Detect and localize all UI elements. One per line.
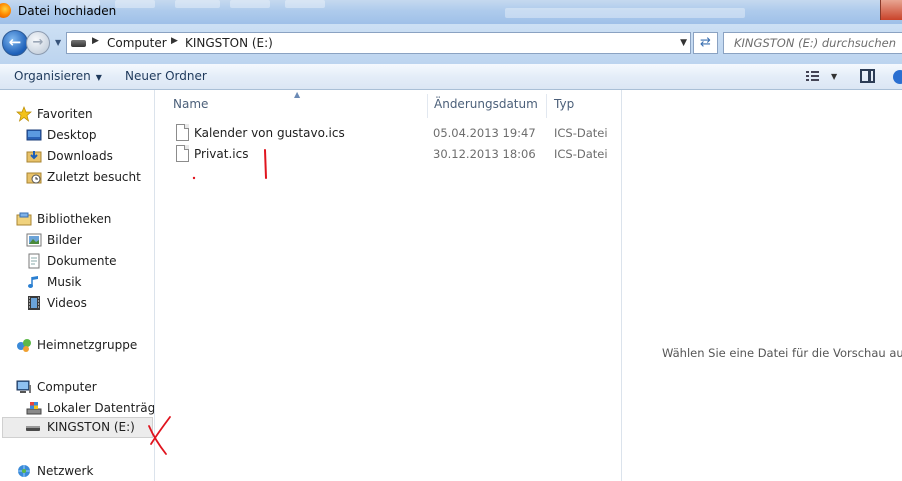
column-header-name[interactable]: Name (173, 97, 208, 119)
background-ghost (115, 0, 155, 8)
preview-message: Wählen Sie eine Datei für die Vorschau a… (662, 346, 902, 360)
music-icon (28, 276, 38, 288)
forward-button[interactable]: → (26, 31, 50, 55)
back-arrow-icon: ← (8, 33, 22, 51)
back-button[interactable]: ← (2, 30, 28, 56)
file-list-pane: ▲ Name Änderungsdatum Typ Kalender von g… (156, 90, 621, 481)
nav-item-label: Musik (47, 275, 82, 289)
view-options-icon[interactable] (806, 70, 820, 82)
chevron-down-icon: ▼ (55, 38, 62, 47)
firefox-icon (0, 3, 11, 18)
chevron-down-icon: ▼ (95, 73, 102, 82)
navigation-pane: Favoriten Desktop Downloads Zuletzt besu… (0, 90, 155, 481)
recent-places-icon (26, 172, 42, 184)
usb-drive-icon (26, 426, 40, 431)
background-ghost (505, 8, 745, 18)
videos-icon (28, 296, 40, 310)
nav-favorites-label: Favoriten (37, 107, 93, 121)
help-icon[interactable] (893, 70, 902, 84)
breadcrumb-separator-icon[interactable]: ▶ (171, 36, 178, 46)
organize-label: Organisieren (14, 69, 91, 83)
column-separator[interactable] (427, 94, 428, 118)
breadcrumb-computer[interactable]: Computer (107, 36, 167, 50)
documents-icon (28, 253, 40, 269)
file-date: 05.04.2013 19:47 (433, 126, 536, 140)
nav-item-kingston[interactable]: KINGSTON (E:) (2, 417, 153, 438)
nav-computer-label: Computer (37, 380, 97, 394)
breadcrumb-separator-icon[interactable]: ▶ (92, 36, 99, 46)
organize-button[interactable]: Organisieren ▼ (14, 69, 102, 83)
recent-pages-dropdown[interactable]: ▼ (55, 38, 61, 47)
libraries-icon (16, 212, 32, 226)
column-header-date[interactable]: Änderungsdatum (434, 97, 538, 119)
breadcrumb-kingston[interactable]: KINGSTON (E:) (185, 36, 273, 50)
nav-network-label: Netzwerk (37, 464, 94, 478)
nav-item-label: KINGSTON (E:) (47, 420, 135, 434)
downloads-folder-icon (26, 151, 42, 163)
new-folder-button[interactable]: Neuer Ordner (125, 69, 207, 83)
title-bar: Datei hochladen (0, 0, 902, 24)
address-bar[interactable]: ▶ Computer ▶ KINGSTON (E:) ▼ (66, 32, 691, 54)
command-bar: Organisieren ▼ Neuer Ordner ▼ (0, 64, 902, 90)
preview-pane-icon[interactable] (860, 69, 875, 83)
homegroup-icon (17, 339, 31, 352)
nav-libraries-label: Bibliotheken (37, 212, 112, 226)
nav-item-label: Bilder (47, 233, 82, 247)
nav-item-label: Desktop (47, 128, 97, 142)
background-ghost (60, 0, 100, 8)
search-input[interactable]: KINGSTON (E:) durchsuchen (723, 32, 902, 54)
file-row[interactable]: Kalender von gustavo.ics 05.04.2013 19:4… (173, 123, 618, 143)
file-row[interactable]: Privat.ics 30.12.2013 18:06 ICS-Datei (173, 144, 618, 164)
computer-icon (16, 380, 31, 393)
refresh-icon: ⇄ (700, 35, 711, 50)
file-icon (176, 124, 189, 141)
pictures-icon (26, 233, 42, 247)
column-separator[interactable] (546, 94, 547, 118)
address-row: ← → ▼ ▶ Computer ▶ KINGSTON (E:) ▼ ⇄ KIN… (0, 24, 902, 64)
file-date: 30.12.2013 18:06 (433, 147, 536, 161)
background-ghost (230, 0, 270, 8)
nav-item-label: Lokaler Datenträger (47, 401, 155, 415)
desktop-icon (26, 129, 42, 141)
column-header-type[interactable]: Typ (554, 97, 574, 119)
file-name: Kalender von gustavo.ics (194, 126, 345, 140)
file-name: Privat.ics (194, 147, 249, 161)
nav-item-label: Downloads (47, 149, 113, 163)
close-button[interactable] (880, 0, 902, 20)
drive-icon (71, 40, 86, 47)
nav-homegroup-label: Heimnetzgruppe (37, 338, 138, 352)
file-type: ICS-Datei (554, 126, 608, 140)
background-ghost (175, 0, 220, 8)
address-dropdown-icon[interactable]: ▼ (680, 38, 687, 48)
local-disk-icon (26, 402, 42, 415)
refresh-button[interactable]: ⇄ (693, 32, 718, 54)
file-type: ICS-Datei (554, 147, 608, 161)
forward-arrow-icon: → (32, 35, 44, 50)
network-icon (18, 465, 30, 477)
sort-ascending-icon: ▲ (294, 90, 301, 99)
background-ghost (285, 0, 325, 8)
nav-item-label: Videos (47, 296, 87, 310)
preview-pane: Wählen Sie eine Datei für die Vorschau a… (621, 90, 902, 481)
view-dropdown-icon[interactable]: ▼ (831, 72, 837, 81)
nav-item-label: Zuletzt besucht (47, 170, 141, 184)
file-icon (176, 145, 189, 162)
star-icon (16, 106, 32, 122)
nav-item-label: Dokumente (47, 254, 117, 268)
